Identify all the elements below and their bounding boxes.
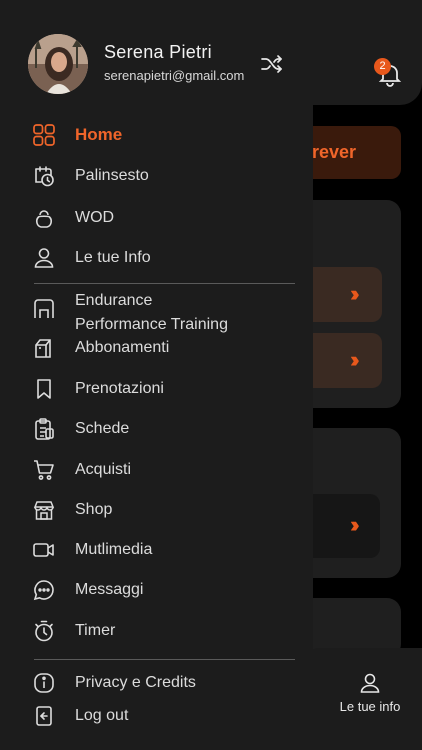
stopwatch-icon	[35, 620, 53, 642]
menu-item-endurance[interactable]: Endurance Performance Training	[30, 289, 300, 339]
user-icon	[360, 673, 380, 693]
avatar[interactable]	[28, 34, 88, 94]
double-chevron-right-icon: ››	[350, 347, 359, 372]
switch-account-icon[interactable]	[260, 52, 284, 76]
store-icon	[33, 501, 55, 520]
clipboard-icon	[35, 418, 54, 440]
menu-item-home[interactable]: Home	[30, 120, 300, 150]
menu-item-info[interactable]: Le tue Info	[30, 243, 300, 273]
user-name: Serena Pietri	[104, 42, 212, 62]
menu-item-timer[interactable]: Timer	[30, 616, 300, 646]
menu-item-shop[interactable]: Shop	[30, 495, 300, 525]
divider	[34, 659, 295, 660]
menu-label: Shop	[75, 501, 113, 518]
bag-icon	[35, 339, 51, 358]
chat-icon	[33, 580, 54, 601]
gym-icon	[34, 299, 54, 318]
menu-item-messaggi[interactable]: Messaggi	[30, 575, 300, 605]
menu-label: Endurance	[75, 292, 153, 309]
menu-label: Mutlimedia	[75, 541, 153, 558]
menu-label: Schede	[75, 420, 130, 437]
menu-label: Timer	[75, 622, 116, 639]
menu-item-prenotazioni[interactable]: Prenotazioni	[30, 374, 300, 404]
double-chevron-right-icon: ››	[350, 512, 359, 537]
tab-le-tue-info[interactable]: Le tue info	[318, 672, 422, 716]
user-icon	[34, 248, 54, 268]
menu-label: WOD	[75, 209, 115, 226]
menu-item-multimedia[interactable]: Mutlimedia	[30, 535, 300, 565]
menu-label: Acquisti	[75, 461, 132, 478]
menu-item-wod[interactable]: WOD	[30, 203, 300, 233]
calendar-history-icon	[35, 166, 54, 187]
menu-item-palinsesto[interactable]: Palinsesto	[30, 161, 300, 191]
logout-icon	[36, 706, 52, 726]
user-email: serenapietri@gmail.com	[104, 68, 245, 83]
menu-label: Messaggi	[75, 581, 144, 598]
menu-item-acquisti[interactable]: Acquisti	[30, 455, 300, 485]
menu-item-schede[interactable]: Schede	[30, 414, 300, 444]
kettlebell-icon	[35, 210, 53, 228]
menu-item-privacy[interactable]: Privacy e Credits	[30, 668, 300, 698]
notification-badge: 2	[374, 58, 391, 75]
grid-icon	[33, 124, 55, 146]
divider	[34, 283, 295, 284]
menu-item-abbonamenti[interactable]: Abbonamenti	[30, 333, 300, 363]
banner-label: rever	[312, 142, 357, 162]
cart-icon	[34, 460, 54, 480]
tab-label: Le tue info	[339, 699, 401, 714]
menu-item-logout[interactable]: Log out	[30, 701, 300, 731]
menu-label: Palinsesto	[75, 167, 149, 184]
side-drawer: Serena Pietri serenapietri@gmail.com Hom…	[0, 0, 313, 750]
menu-label: Log out	[75, 707, 129, 724]
menu-label: Prenotazioni	[75, 380, 164, 397]
menu-label: Le tue Info	[75, 249, 151, 266]
double-chevron-right-icon: ››	[350, 281, 359, 306]
video-icon	[33, 543, 54, 557]
menu-label: Abbonamenti	[75, 339, 170, 356]
bookmark-icon	[37, 379, 51, 399]
menu-label: Privacy e Credits	[75, 674, 196, 691]
menu-label: Home	[75, 125, 123, 144]
info-icon	[34, 673, 54, 693]
